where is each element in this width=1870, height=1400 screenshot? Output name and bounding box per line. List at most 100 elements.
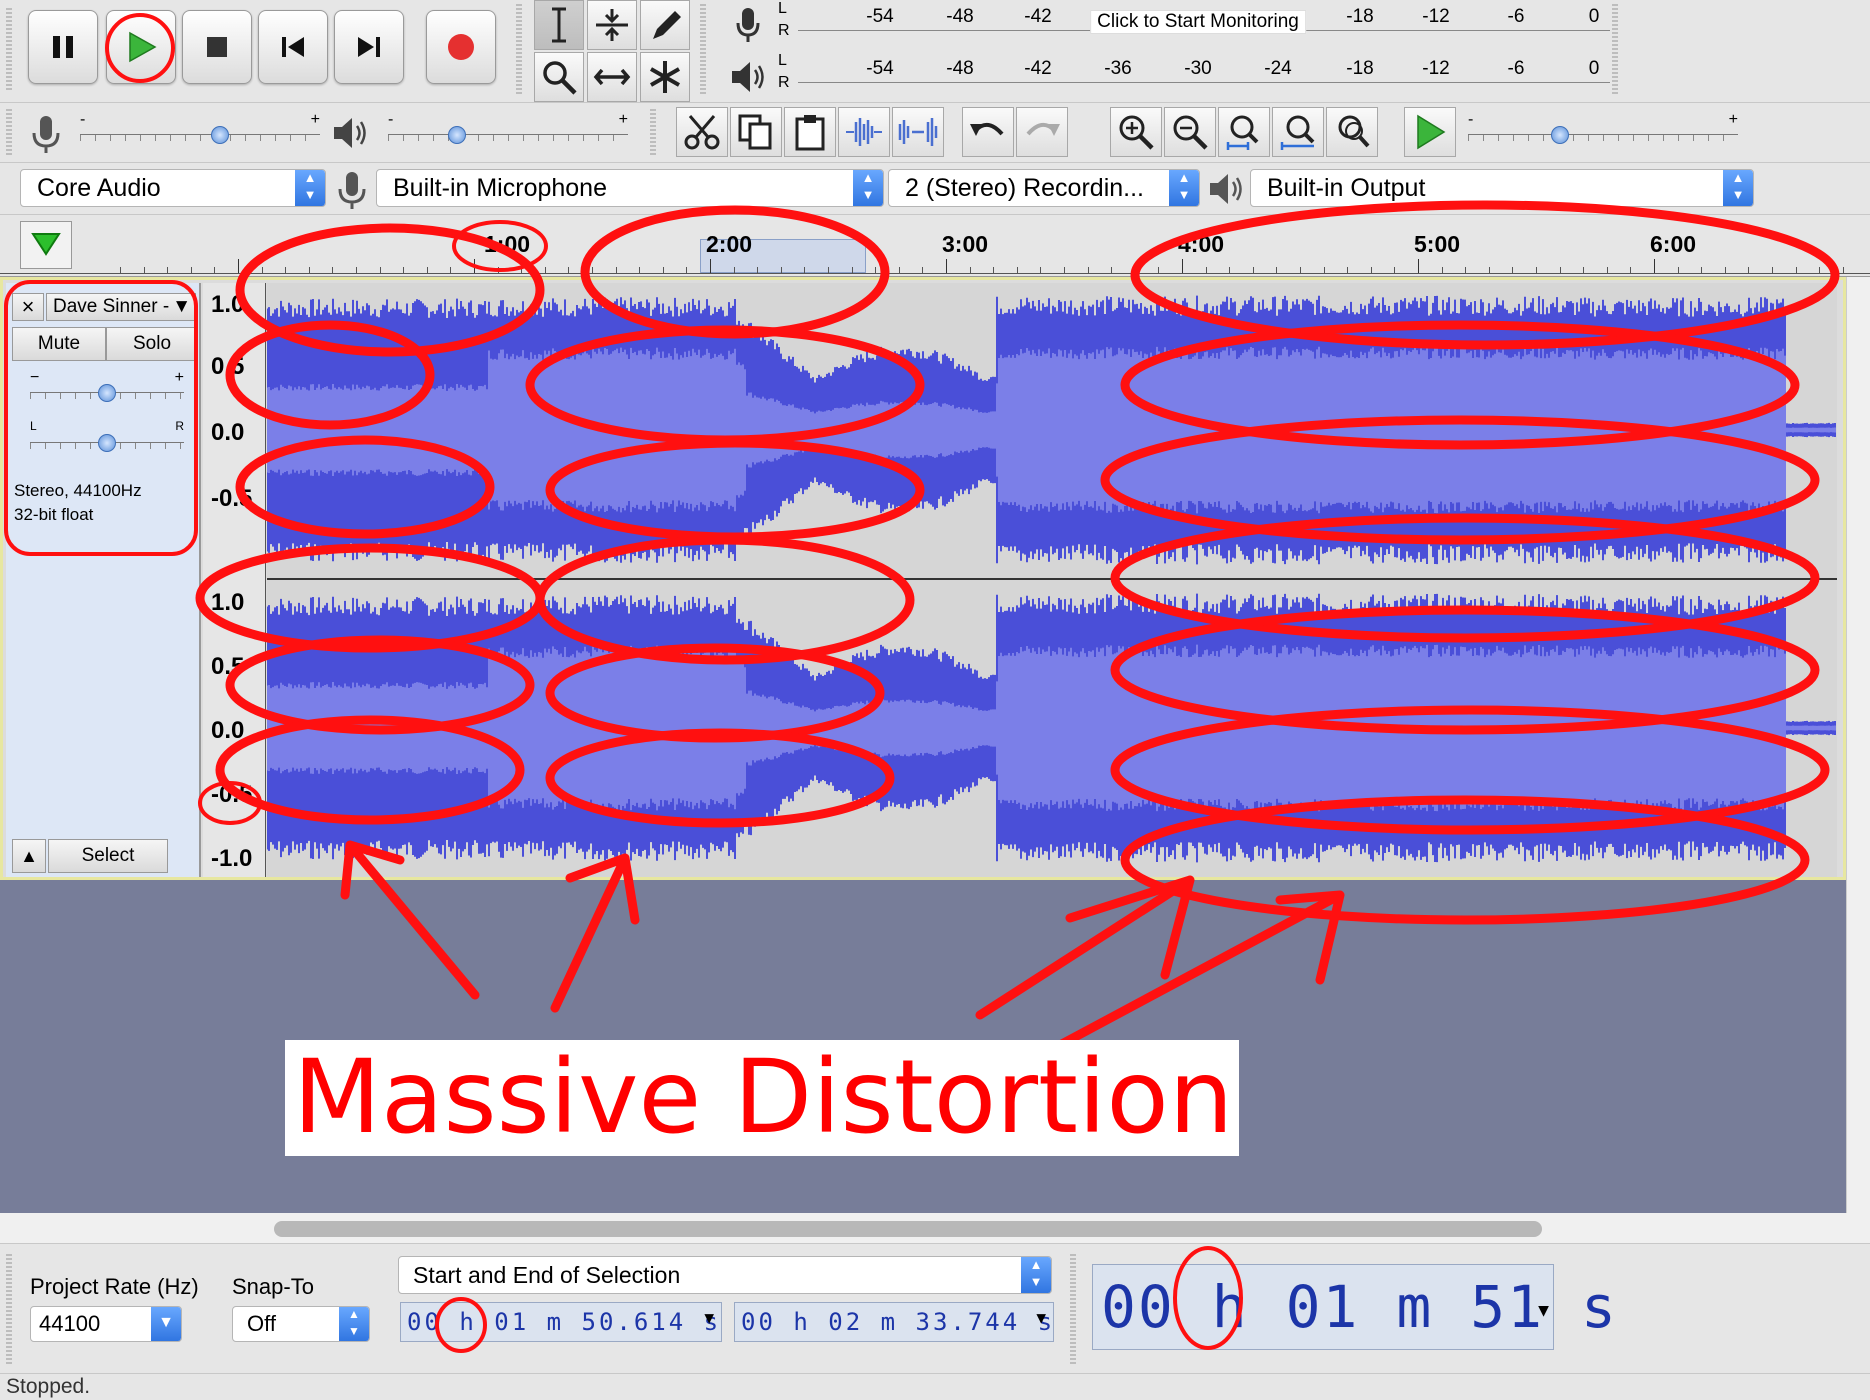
record-volume-slider[interactable]: - + xyxy=(80,111,320,147)
ruler-tick xyxy=(1158,267,1160,273)
selection-start-time[interactable]: 00 h 01 m 50.614 s ▼ xyxy=(400,1302,722,1342)
chevron-down-icon: ▼ xyxy=(151,1307,181,1341)
ruler-tick xyxy=(1701,267,1703,273)
toolbar-grip[interactable] xyxy=(6,8,12,92)
project-rate-value: 44100 xyxy=(39,1311,101,1336)
redo-button[interactable] xyxy=(1016,107,1068,157)
scale-label: -0.5 xyxy=(211,781,253,808)
waveform-channel-right xyxy=(266,593,1836,863)
ruler-tick xyxy=(1347,267,1349,273)
slider-thumb[interactable] xyxy=(1551,126,1570,144)
draw-tool-button[interactable] xyxy=(640,0,690,50)
track-control-panel[interactable]: × Dave Sinner - ▼ Mute Solo − + L R Ster… xyxy=(6,283,201,877)
track-gain-slider[interactable]: − + xyxy=(30,369,184,405)
ruler-tick xyxy=(1583,267,1585,273)
track-menu-button[interactable]: Dave Sinner - ▼ xyxy=(46,293,196,321)
zoom-tool-button[interactable] xyxy=(534,52,584,102)
playback-device-select[interactable]: Built-in Output ▲ ▼ xyxy=(1250,169,1754,207)
undo-button[interactable] xyxy=(962,107,1014,157)
horizontal-scrollbar[interactable] xyxy=(0,1213,1870,1243)
ruler-tick xyxy=(1016,267,1018,273)
playback-volume-slider[interactable]: - + xyxy=(388,111,628,147)
collapse-track-button[interactable]: ▲ xyxy=(12,839,46,873)
select-track-button[interactable]: Select xyxy=(48,839,168,873)
ruler-tick xyxy=(1772,267,1773,273)
play-speed-slider[interactable]: - + xyxy=(1468,111,1738,147)
ruler-tick xyxy=(1229,267,1231,273)
toolbar-grip[interactable] xyxy=(1612,4,1618,96)
record-meter-button[interactable] xyxy=(722,0,774,50)
time-shift-tool-button[interactable] xyxy=(587,52,637,102)
speaker-icon xyxy=(1210,174,1242,204)
fit-selection-button[interactable] xyxy=(1218,107,1270,157)
record-meter[interactable]: L R -54 -48 -42 Click to Start Monitorin… xyxy=(778,0,1610,50)
recording-channels-select[interactable]: 2 (Stereo) Recordin... ▲ ▼ xyxy=(888,169,1200,207)
mute-button[interactable]: Mute xyxy=(12,327,106,361)
fit-project-button[interactable] xyxy=(1272,107,1324,157)
record-button[interactable] xyxy=(426,10,496,84)
zoom-toggle-button[interactable] xyxy=(1326,107,1378,157)
toolbar-grip[interactable] xyxy=(6,109,12,157)
vertical-scrollbar[interactable] xyxy=(1846,277,1870,1213)
play-at-speed-button[interactable] xyxy=(1404,107,1456,157)
pause-button[interactable] xyxy=(28,10,98,84)
playback-meter[interactable]: L R -54 -48 -42 -36 -30 -24 -18 -12 -6 0 xyxy=(778,52,1610,102)
track-pan-slider[interactable]: L R xyxy=(30,419,184,455)
envelope-tool-button[interactable] xyxy=(587,0,637,50)
solo-button[interactable]: Solo xyxy=(106,327,198,361)
skip-to-end-button[interactable] xyxy=(334,10,404,84)
ruler-tick xyxy=(1654,259,1655,273)
scale-label: 0.5 xyxy=(211,653,245,680)
start-time-value: 00 h 01 m 50.614 s xyxy=(407,1308,722,1336)
zoom-in-button[interactable] xyxy=(1110,107,1162,157)
meter-tick: -54 xyxy=(866,6,894,27)
toolbar-grip[interactable] xyxy=(1070,1254,1076,1364)
audio-position-display[interactable]: 00 h 01 m 51 s ▼ xyxy=(1092,1264,1616,1350)
toolbar-grip[interactable] xyxy=(6,1254,12,1364)
silence-audio-button[interactable] xyxy=(892,107,944,157)
timeline-ruler[interactable]: 1:00 2:00 3:00 4:00 5:00 6:00 xyxy=(0,215,1870,277)
skip-to-start-button[interactable] xyxy=(258,10,328,84)
trim-audio-button[interactable] xyxy=(838,107,890,157)
microphone-icon xyxy=(338,172,366,209)
paste-button[interactable] xyxy=(784,107,836,157)
waveform[interactable] xyxy=(266,283,1837,877)
selection-end-time[interactable]: 00 h 02 m 33.744 s ▼ xyxy=(734,1302,1054,1342)
speaker-icon xyxy=(732,62,764,92)
toolbar-grip[interactable] xyxy=(700,4,706,96)
ruler-tick xyxy=(1606,267,1608,273)
meter-channel-l: L xyxy=(778,0,787,17)
toolbar-grip[interactable] xyxy=(650,109,656,157)
stop-button[interactable] xyxy=(182,10,252,84)
audio-track[interactable]: × Dave Sinner - ▼ Mute Solo − + L R Ster… xyxy=(0,277,1846,880)
audio-host-select[interactable]: Core Audio ▲ ▼ xyxy=(20,169,326,207)
waveform-area[interactable] xyxy=(266,283,1837,877)
zoom-out-button[interactable] xyxy=(1164,107,1216,157)
meter-tick: -24 xyxy=(1264,58,1292,79)
copy-button[interactable] xyxy=(730,107,782,157)
selection-tool-button[interactable] xyxy=(534,0,584,50)
multi-tool-button[interactable] xyxy=(640,52,690,102)
cut-button[interactable] xyxy=(676,107,728,157)
meter-tick: -48 xyxy=(946,58,974,79)
slider-thumb[interactable] xyxy=(98,384,116,402)
project-rate-select[interactable]: 44100 ▼ xyxy=(30,1306,182,1342)
timeline-label: 1:00 xyxy=(484,231,531,257)
waveform-channel-left xyxy=(266,295,1836,565)
selection-mode-select[interactable]: Start and End of Selection ▲ ▼ xyxy=(398,1256,1052,1294)
toolbar-grip[interactable] xyxy=(516,4,522,96)
playback-meter-button[interactable] xyxy=(722,52,774,102)
timeline-label: 4:00 xyxy=(1178,231,1225,257)
slider-thumb[interactable] xyxy=(447,126,466,144)
recording-device-select[interactable]: Built-in Microphone ▲ ▼ xyxy=(376,169,884,207)
slider-ticks xyxy=(80,135,320,141)
pinned-play-head-button[interactable] xyxy=(20,221,72,269)
ruler-tick xyxy=(639,267,641,273)
start-monitoring-prompt[interactable]: Click to Start Monitoring xyxy=(1090,10,1306,34)
close-track-button[interactable]: × xyxy=(12,293,44,321)
slider-thumb[interactable] xyxy=(98,434,116,452)
play-button[interactable] xyxy=(106,10,176,84)
snap-to-select[interactable]: Off ▲ ▼ xyxy=(232,1306,370,1342)
slider-thumb[interactable] xyxy=(210,126,229,144)
scrollbar-thumb[interactable] xyxy=(274,1221,1542,1237)
